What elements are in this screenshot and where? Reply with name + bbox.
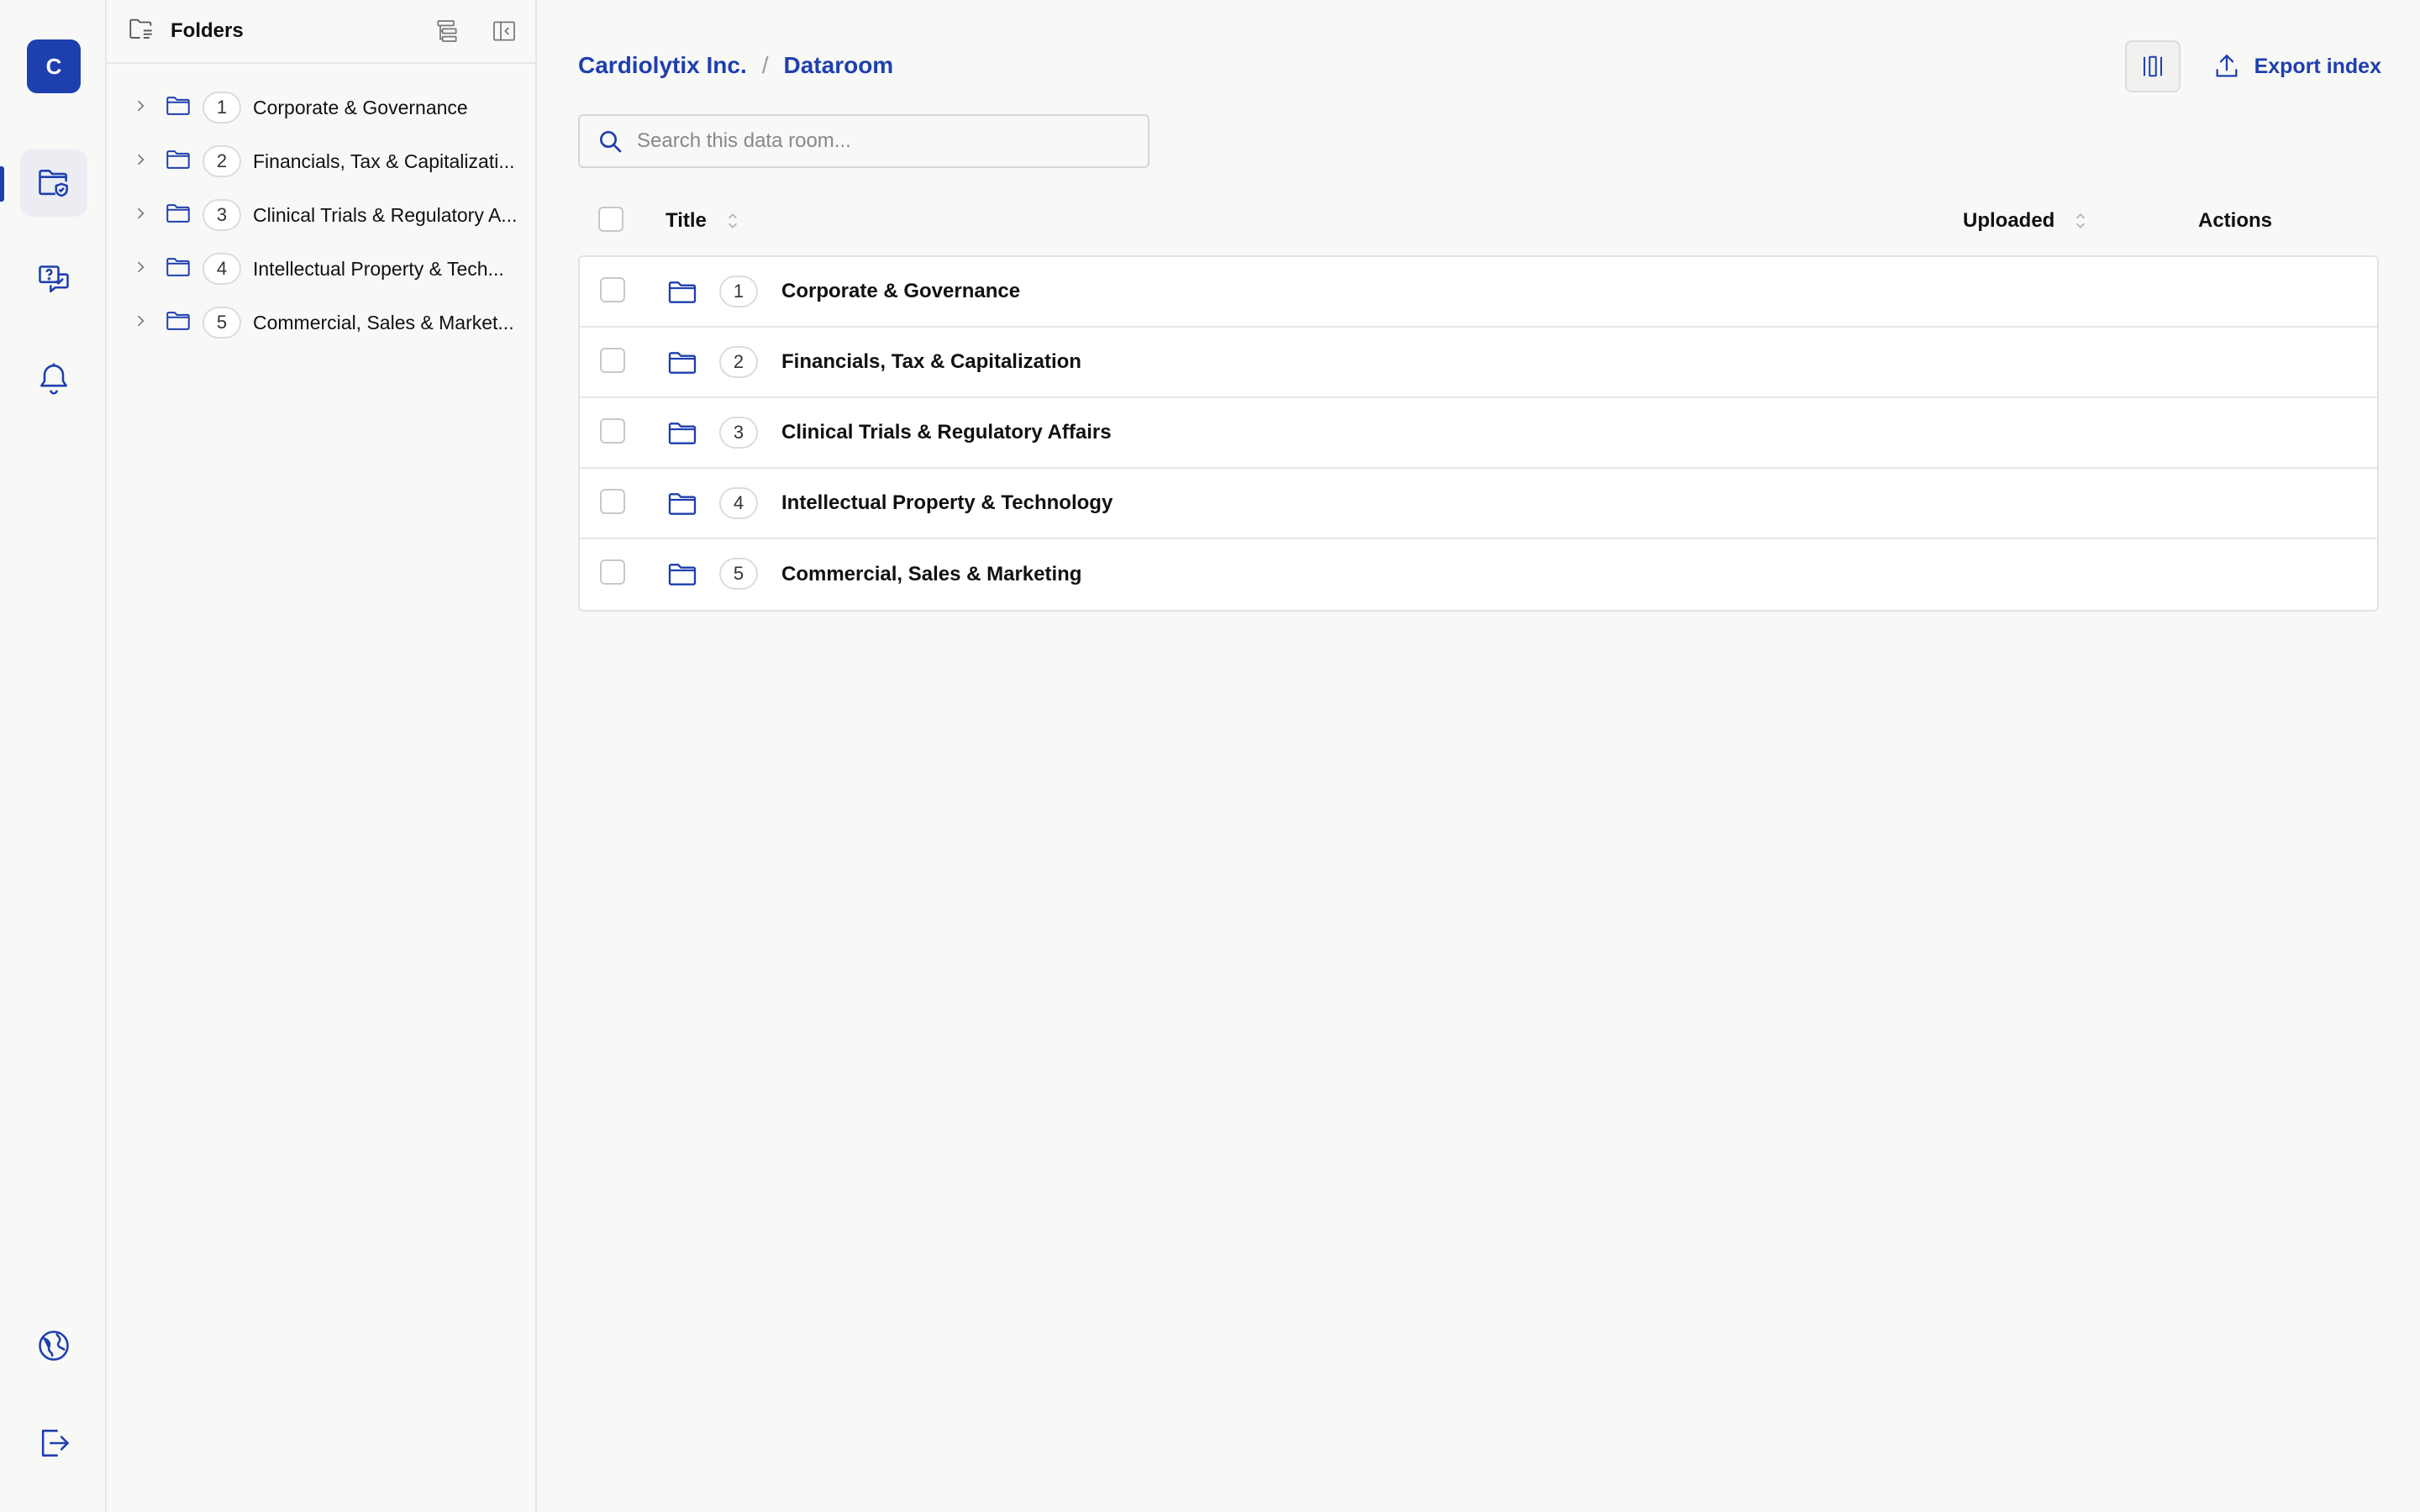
table-header: Title Uploaded Actions — [578, 193, 2379, 249]
columns-toggle-button[interactable] — [2124, 40, 2181, 92]
row-checkbox[interactable] — [600, 277, 625, 302]
folder-icon — [666, 487, 699, 525]
folder-table: 1 Corporate & Governance 2 Financials, T… — [578, 255, 2379, 612]
folder-icon — [666, 346, 699, 384]
tree-item-label: Corporate & Governance — [253, 96, 468, 118]
rail-notifications-button[interactable] — [20, 344, 87, 412]
chevron-right-icon[interactable] — [132, 205, 149, 226]
main-content: Cardiolytix Inc. / Dataroom Export index — [539, 0, 2420, 1512]
breadcrumb: Cardiolytix Inc. / Dataroom — [578, 52, 893, 79]
column-actions-header: Actions — [2198, 209, 2273, 232]
folder-number-badge: 5 — [719, 558, 758, 590]
folder-number-badge: 3 — [719, 417, 758, 449]
left-rail: C — [0, 0, 107, 1512]
tree-item-label: Financials, Tax & Capitalizati... — [253, 150, 515, 172]
tree-item-label: Clinical Trials & Regulatory A... — [253, 203, 518, 226]
tree-item-financials[interactable]: 2 Financials, Tax & Capitalizati... — [107, 134, 535, 188]
column-title-label: Title — [666, 209, 707, 232]
folder-number-badge: 1 — [719, 276, 758, 307]
folder-icon — [164, 199, 192, 232]
search-input[interactable] — [637, 129, 1141, 153]
table-row[interactable]: 4 Intellectual Property & Technology — [580, 469, 2377, 539]
breadcrumb-company-link[interactable]: Cardiolytix Inc. — [578, 52, 747, 79]
logout-icon — [41, 1430, 69, 1457]
tree-item-intellectual-property[interactable]: 4 Intellectual Property & Tech... — [107, 242, 535, 296]
tree-item-corporate-governance[interactable]: 1 Corporate & Governance — [107, 81, 535, 134]
avatar[interactable]: C — [27, 39, 81, 93]
tree-item-commercial[interactable]: 5 Commercial, Sales & Market... — [107, 296, 535, 349]
folder-tree-header: Folders — [107, 0, 535, 64]
folder-number-badge: 2 — [719, 346, 758, 378]
row-title[interactable]: Commercial, Sales & Marketing — [781, 563, 1081, 586]
folder-tree-panel: Folders 1 Corporate & Governance 2 Finan… — [107, 0, 537, 1512]
chevron-right-icon[interactable] — [132, 151, 149, 172]
app-root: C Folders 1 Corporate & Governance 2 Fin… — [0, 0, 2420, 1512]
rail-dataroom-button[interactable] — [20, 150, 87, 217]
search-icon — [600, 131, 622, 153]
folder-tree-title: Folders — [171, 19, 244, 42]
row-checkbox[interactable] — [600, 559, 625, 585]
folder-icon — [164, 92, 192, 124]
rail-logout-button[interactable] — [20, 1410, 87, 1477]
column-uploaded-header[interactable]: Uploaded — [1963, 209, 2088, 233]
row-checkbox[interactable] — [600, 489, 625, 514]
row-title[interactable]: Financials, Tax & Capitalization — [781, 350, 1081, 374]
rail-language-button[interactable] — [20, 1312, 87, 1379]
breadcrumb-separator: / — [761, 52, 769, 78]
tree-item-clinical-trials[interactable]: 3 Clinical Trials & Regulatory A... — [107, 188, 535, 242]
table-row[interactable]: 5 Commercial, Sales & Marketing — [580, 539, 2377, 610]
folder-icon — [164, 307, 192, 339]
row-checkbox[interactable] — [600, 348, 625, 373]
table-row[interactable]: 1 Corporate & Governance — [580, 257, 2377, 328]
chevron-right-icon[interactable] — [132, 259, 149, 280]
qa-checklist-icon — [39, 265, 69, 293]
folder-number-badge: 1 — [203, 92, 241, 123]
tree-list-icon — [437, 20, 457, 42]
column-title-header[interactable]: Title — [666, 209, 740, 233]
folder-number-badge: 5 — [203, 307, 241, 339]
upload-icon — [2216, 55, 2238, 77]
folder-icon — [164, 145, 192, 178]
select-all-checkbox[interactable] — [598, 207, 623, 232]
sort-icon — [2076, 213, 2086, 228]
breadcrumb-current[interactable]: Dataroom — [784, 52, 894, 79]
folder-icon — [666, 558, 699, 596]
folder-icon — [666, 417, 699, 454]
rail-qa-button[interactable] — [20, 247, 87, 314]
globe-icon — [39, 1331, 69, 1361]
row-title[interactable]: Clinical Trials & Regulatory Affairs — [781, 421, 1112, 444]
sort-icon — [728, 213, 737, 228]
rail-active-indicator — [0, 166, 4, 202]
folder-shield-icon — [39, 170, 68, 197]
export-index-button[interactable]: Export index — [2212, 52, 2381, 81]
columns-icon — [2143, 55, 2162, 77]
folder-tree-list: 1 Corporate & Governance 2 Financials, T… — [107, 64, 535, 349]
folder-list-icon — [127, 15, 155, 48]
search-box — [578, 114, 1150, 168]
folder-number-badge: 2 — [203, 145, 241, 177]
folder-icon — [164, 253, 192, 286]
top-actions: Export index — [2124, 40, 2381, 92]
row-title[interactable]: Corporate & Governance — [781, 280, 1020, 303]
folder-icon — [666, 276, 699, 313]
chevron-right-icon[interactable] — [132, 312, 149, 333]
tree-item-label: Commercial, Sales & Market... — [253, 311, 514, 333]
tree-item-label: Intellectual Property & Tech... — [253, 257, 504, 280]
table-row[interactable]: 3 Clinical Trials & Regulatory Affairs — [580, 398, 2377, 469]
folder-number-badge: 4 — [719, 487, 758, 519]
folder-number-badge: 4 — [203, 253, 241, 285]
row-title[interactable]: Intellectual Property & Technology — [781, 491, 1113, 515]
collapse-left-icon — [493, 21, 515, 41]
column-uploaded-label: Uploaded — [1963, 209, 2055, 232]
collapse-panel-button[interactable] — [488, 15, 520, 47]
chevron-right-icon[interactable] — [132, 97, 149, 118]
folder-number-badge: 3 — [203, 199, 241, 231]
bell-icon — [40, 363, 67, 395]
export-index-label: Export index — [2254, 54, 2381, 78]
expand-all-button[interactable] — [431, 15, 463, 47]
row-checkbox[interactable] — [600, 418, 625, 444]
table-row[interactable]: 2 Financials, Tax & Capitalization — [580, 328, 2377, 398]
